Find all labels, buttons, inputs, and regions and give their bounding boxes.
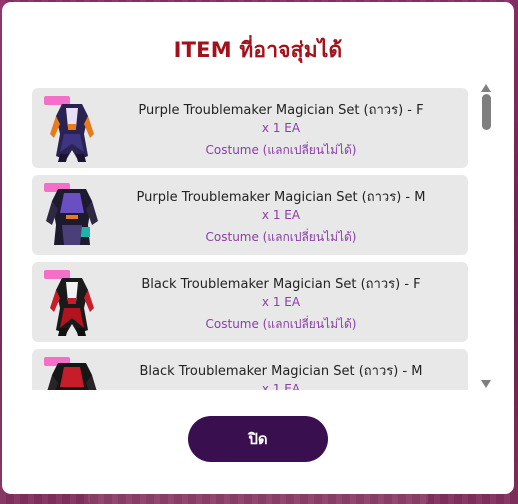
- list-item: Black Troublemaker Magician Set (ถาวร) -…: [32, 349, 468, 390]
- item-quantity: x 1 EA: [261, 382, 301, 390]
- scroll-down-arrow-icon[interactable]: [480, 374, 492, 388]
- item-list-modal: ITEM ที่อาจสุ่มได้ Purple Troublemaker M…: [2, 2, 514, 494]
- item-type: Costume (แลกเปลี่ยนไม่ได้): [205, 230, 357, 244]
- costume-female-purple-icon: [44, 94, 100, 162]
- list-item: Purple Troublemaker Magician Set (ถาวร) …: [32, 175, 468, 255]
- item-name: Purple Troublemaker Magician Set (ถาวร) …: [138, 103, 424, 118]
- item-quantity: x 1 EA: [261, 295, 301, 309]
- item-list[interactable]: Purple Troublemaker Magician Set (ถาวร) …: [31, 84, 471, 390]
- item-quantity: x 1 EA: [261, 121, 301, 135]
- scroll-up-arrow-icon[interactable]: [480, 78, 492, 92]
- item-name: Purple Troublemaker Magician Set (ถาวร) …: [136, 190, 426, 205]
- costume-female-black-icon: [44, 268, 100, 336]
- scrollbar-track[interactable]: [482, 92, 490, 374]
- close-button[interactable]: ปิด: [188, 416, 328, 462]
- item-name: Black Troublemaker Magician Set (ถาวร) -…: [141, 277, 421, 292]
- list-item: Purple Troublemaker Magician Set (ถาวร) …: [32, 88, 468, 168]
- item-quantity: x 1 EA: [261, 208, 301, 222]
- item-name: Black Troublemaker Magician Set (ถาวร) -…: [139, 364, 423, 379]
- modal-title: ITEM ที่อาจสุ่มได้: [173, 38, 343, 62]
- costume-male-purple-icon: [44, 181, 100, 249]
- costume-male-black-icon: [44, 355, 100, 390]
- item-type: Costume (แลกเปลี่ยนไม่ได้): [205, 317, 357, 331]
- list-item: Black Troublemaker Magician Set (ถาวร) -…: [32, 262, 468, 342]
- scrollbar-thumb[interactable]: [482, 94, 491, 130]
- item-type: Costume (แลกเปลี่ยนไม่ได้): [205, 143, 357, 157]
